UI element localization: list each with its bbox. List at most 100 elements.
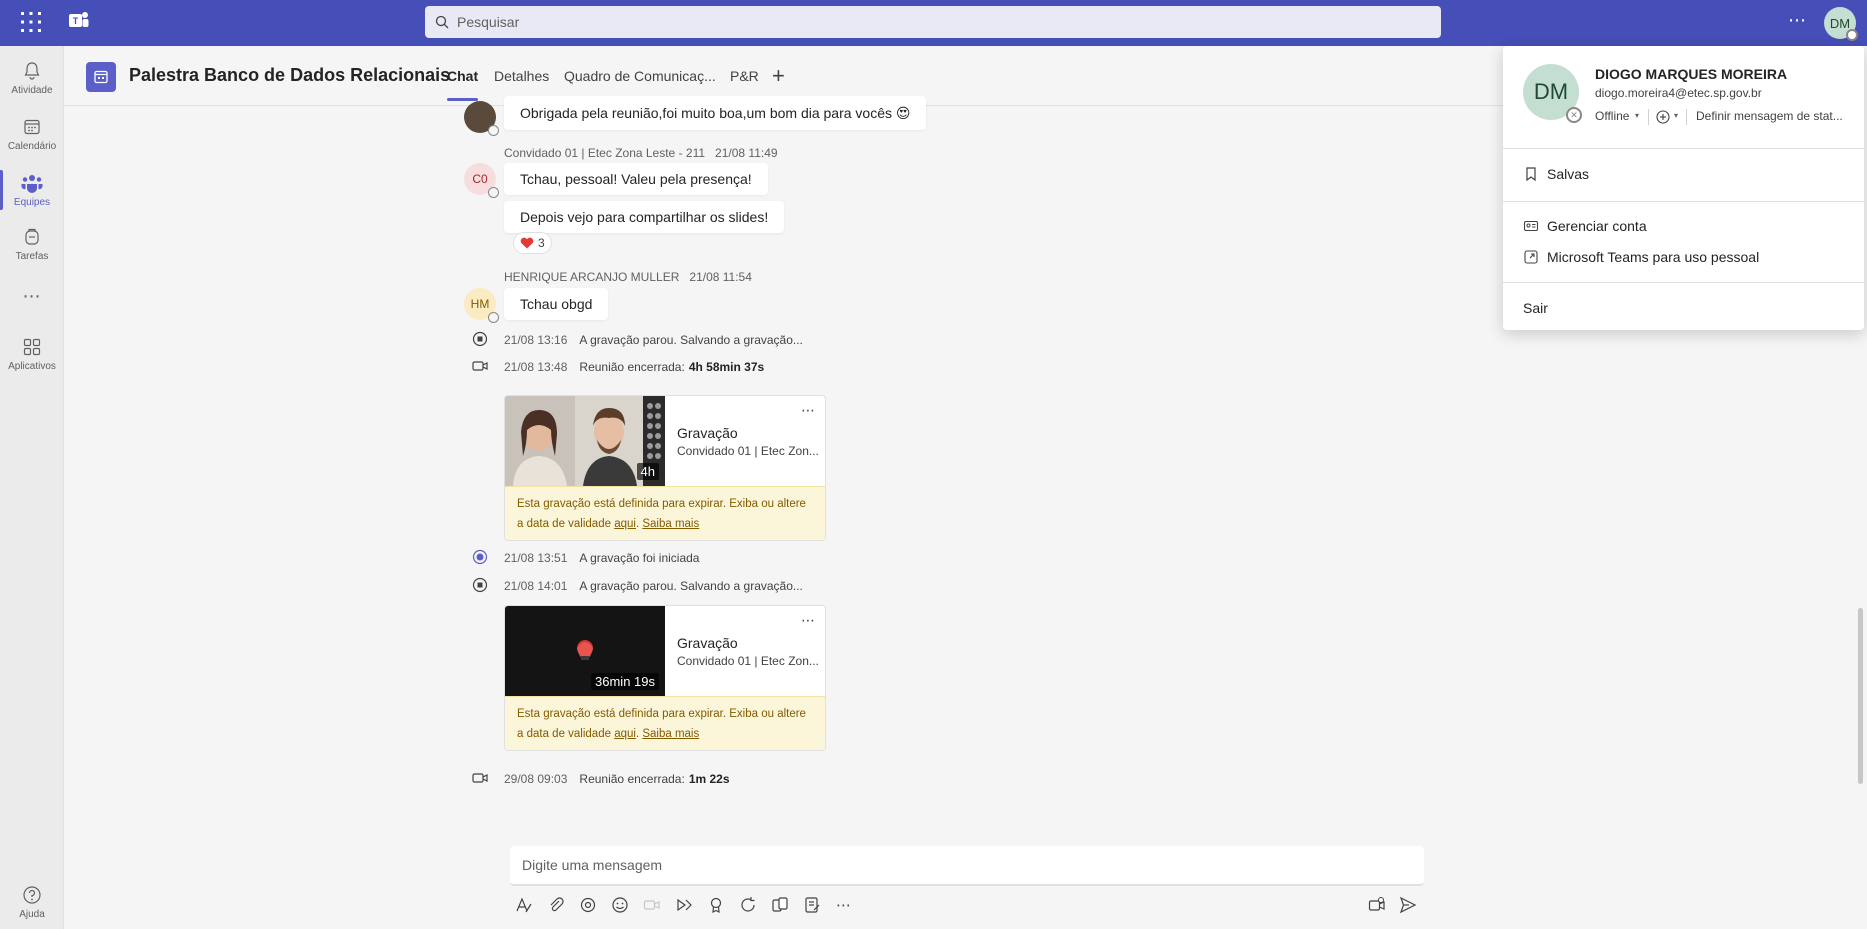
recording-thumbnail[interactable]: 4h	[505, 396, 665, 486]
event-text: A gravação parou. Salvando a gravação...	[579, 579, 803, 593]
warning-text: Esta gravação está definida para expirar…	[517, 498, 806, 510]
rail-item-calendar[interactable]: Calendário	[0, 106, 64, 162]
profile-avatar[interactable]: DM ✕	[1523, 64, 1582, 123]
message-bubble[interactable]: Obrigada pela reunião,foi muito boa,um b…	[504, 96, 927, 130]
search-input[interactable]: Pesquisar	[425, 6, 1441, 38]
app-launcher-icon[interactable]	[20, 11, 42, 33]
avatar[interactable]	[464, 101, 499, 136]
presence-status-icon	[488, 312, 499, 323]
bell-icon	[24, 61, 40, 80]
message-bubble[interactable]: Tchau obgd	[504, 288, 609, 320]
avatar-initials: C0	[472, 172, 488, 186]
message-bubble[interactable]: Depois vejo para compartilhar os slides!	[504, 201, 785, 233]
warning-text: Esta gravação está definida para expirar…	[517, 708, 806, 720]
external-link-icon	[1524, 250, 1538, 264]
saved-menu-item[interactable]: Salvas	[1523, 166, 1589, 182]
recording-stopped-icon	[472, 577, 488, 593]
tab-chat[interactable]: Chat	[447, 68, 479, 101]
forms-icon[interactable]	[803, 896, 821, 914]
rail-label: Atividade	[11, 84, 53, 96]
stream-icon[interactable]	[675, 896, 693, 914]
message-text: Tchau, pessoal! Valeu pela presença!	[520, 171, 752, 187]
status-dropdown[interactable]: Offline	[1595, 109, 1629, 123]
composer-placeholder: Digite uma mensagem	[522, 857, 663, 873]
rail-label: Equipes	[13, 196, 51, 208]
rail-label: Calendário	[7, 140, 57, 152]
teams-icon	[21, 174, 43, 193]
manage-account-menu-item[interactable]: Gerenciar conta	[1523, 218, 1647, 234]
recording-owner: Convidado 01 | Etec Zon...	[677, 444, 819, 458]
rail-item-more[interactable]: ⋯	[0, 268, 64, 324]
tab-whiteboard[interactable]: Quadro de Comunicaç...	[564, 68, 716, 84]
rail-item-apps[interactable]: Aplicativos	[0, 326, 64, 382]
message-bubble[interactable]: Tchau, pessoal! Valeu pela presença!	[504, 163, 768, 195]
message-composer[interactable]: Digite uma mensagem	[510, 846, 1424, 886]
menu-item-label: Salvas	[1547, 166, 1590, 182]
change-expiration-link[interactable]: aqui	[614, 518, 636, 530]
emoji-icon[interactable]	[611, 896, 629, 914]
system-event: 21/08 13:48 Reunião encerrada: 4h 58min …	[504, 360, 764, 374]
apps-message-icon[interactable]	[771, 896, 789, 914]
chevron-down-icon: ▾	[1635, 111, 1640, 120]
event-time: 21/08 14:01	[504, 579, 568, 593]
menu-item-label: Gerenciar conta	[1547, 218, 1647, 234]
personal-teams-menu-item[interactable]: Microsoft Teams para uso pessoal	[1523, 249, 1759, 265]
rail-label: Ajuda	[19, 908, 45, 920]
rail-item-teams[interactable]: Equipes	[0, 162, 64, 218]
message-text: Depois vejo para compartilhar os slides!	[520, 209, 769, 225]
user-avatar-button[interactable]: DM	[1824, 7, 1858, 41]
sign-out-menu-item[interactable]: Sair	[1523, 300, 1548, 316]
message-meta: HENRIQUE ARCANJO MULLER 21/08 11:54	[504, 270, 752, 284]
send-icon[interactable]	[1399, 896, 1417, 914]
location-icon[interactable]	[1655, 109, 1671, 125]
calendar-channel-icon	[94, 70, 108, 84]
tab-qa[interactable]: P&R	[730, 68, 759, 84]
apps-icon	[23, 338, 41, 355]
reaction-count: 3	[538, 236, 545, 250]
attach-icon[interactable]	[547, 896, 565, 914]
video-camera-icon	[472, 773, 488, 783]
avatar[interactable]: HM	[464, 288, 499, 323]
recording-started-icon	[472, 549, 488, 565]
message-time: 21/08 11:54	[689, 270, 752, 284]
schedule-send-icon[interactable]	[1368, 896, 1386, 914]
profile-email: diogo.moreira4@etec.sp.gov.br	[1595, 86, 1762, 100]
learn-more-link[interactable]: Saiba mais	[642, 518, 699, 530]
recording-more-button[interactable]: ⋯	[801, 402, 816, 419]
scrollbar-thumb[interactable]	[1858, 608, 1863, 784]
rail-item-help[interactable]: Ajuda	[0, 874, 64, 929]
message-text: Obrigada pela reunião,foi muito boa,um b…	[520, 104, 911, 121]
menu-item-label: Microsoft Teams para uso pessoal	[1547, 249, 1760, 265]
set-status-message-button[interactable]: Definir mensagem de stat...	[1696, 109, 1843, 123]
rail-item-tasks[interactable]: Tarefas	[0, 216, 64, 272]
recording-card[interactable]: 36min 19s Gravação Convidado 01 | Etec Z…	[504, 605, 826, 751]
video-clip-icon	[643, 900, 660, 910]
praise-icon[interactable]	[707, 896, 725, 914]
recording-thumbnail[interactable]: 36min 19s	[505, 606, 665, 696]
reaction-heart[interactable]: 3	[513, 232, 552, 254]
loop-icon[interactable]	[579, 896, 597, 914]
profile-menu: DM ✕ DIOGO MARQUES MOREIRA diogo.moreira…	[1503, 46, 1864, 330]
event-text: A gravação parou. Salvando a gravação...	[579, 333, 803, 347]
video-camera-icon	[472, 361, 488, 371]
search-placeholder: Pesquisar	[457, 14, 520, 30]
divider	[1648, 109, 1649, 125]
profile-name: DIOGO MARQUES MOREIRA	[1595, 66, 1788, 82]
avatar[interactable]: C0	[464, 163, 499, 198]
rail-item-activity[interactable]: Atividade	[0, 50, 64, 106]
offline-status-icon: ✕	[1566, 107, 1582, 123]
refresh-icon[interactable]	[739, 896, 757, 914]
message-author: HENRIQUE ARCANJO MULLER	[504, 270, 680, 284]
recording-more-button[interactable]: ⋯	[801, 612, 816, 629]
event-time: 29/08 09:03	[504, 772, 568, 786]
format-icon[interactable]	[515, 896, 533, 914]
tab-details[interactable]: Detalhes	[494, 68, 549, 84]
more-options-button[interactable]: ⋯	[1788, 10, 1807, 31]
help-icon	[23, 885, 41, 904]
bookmark-icon	[1526, 167, 1536, 182]
recording-card[interactable]: 4h Gravação Convidado 01 | Etec Zon... ⋯…	[504, 395, 826, 541]
add-tab-button[interactable]: +	[772, 63, 785, 89]
more-tools-button[interactable]: ⋯	[836, 896, 854, 914]
learn-more-link[interactable]: Saiba mais	[642, 728, 699, 740]
change-expiration-link[interactable]: aqui	[614, 728, 636, 740]
